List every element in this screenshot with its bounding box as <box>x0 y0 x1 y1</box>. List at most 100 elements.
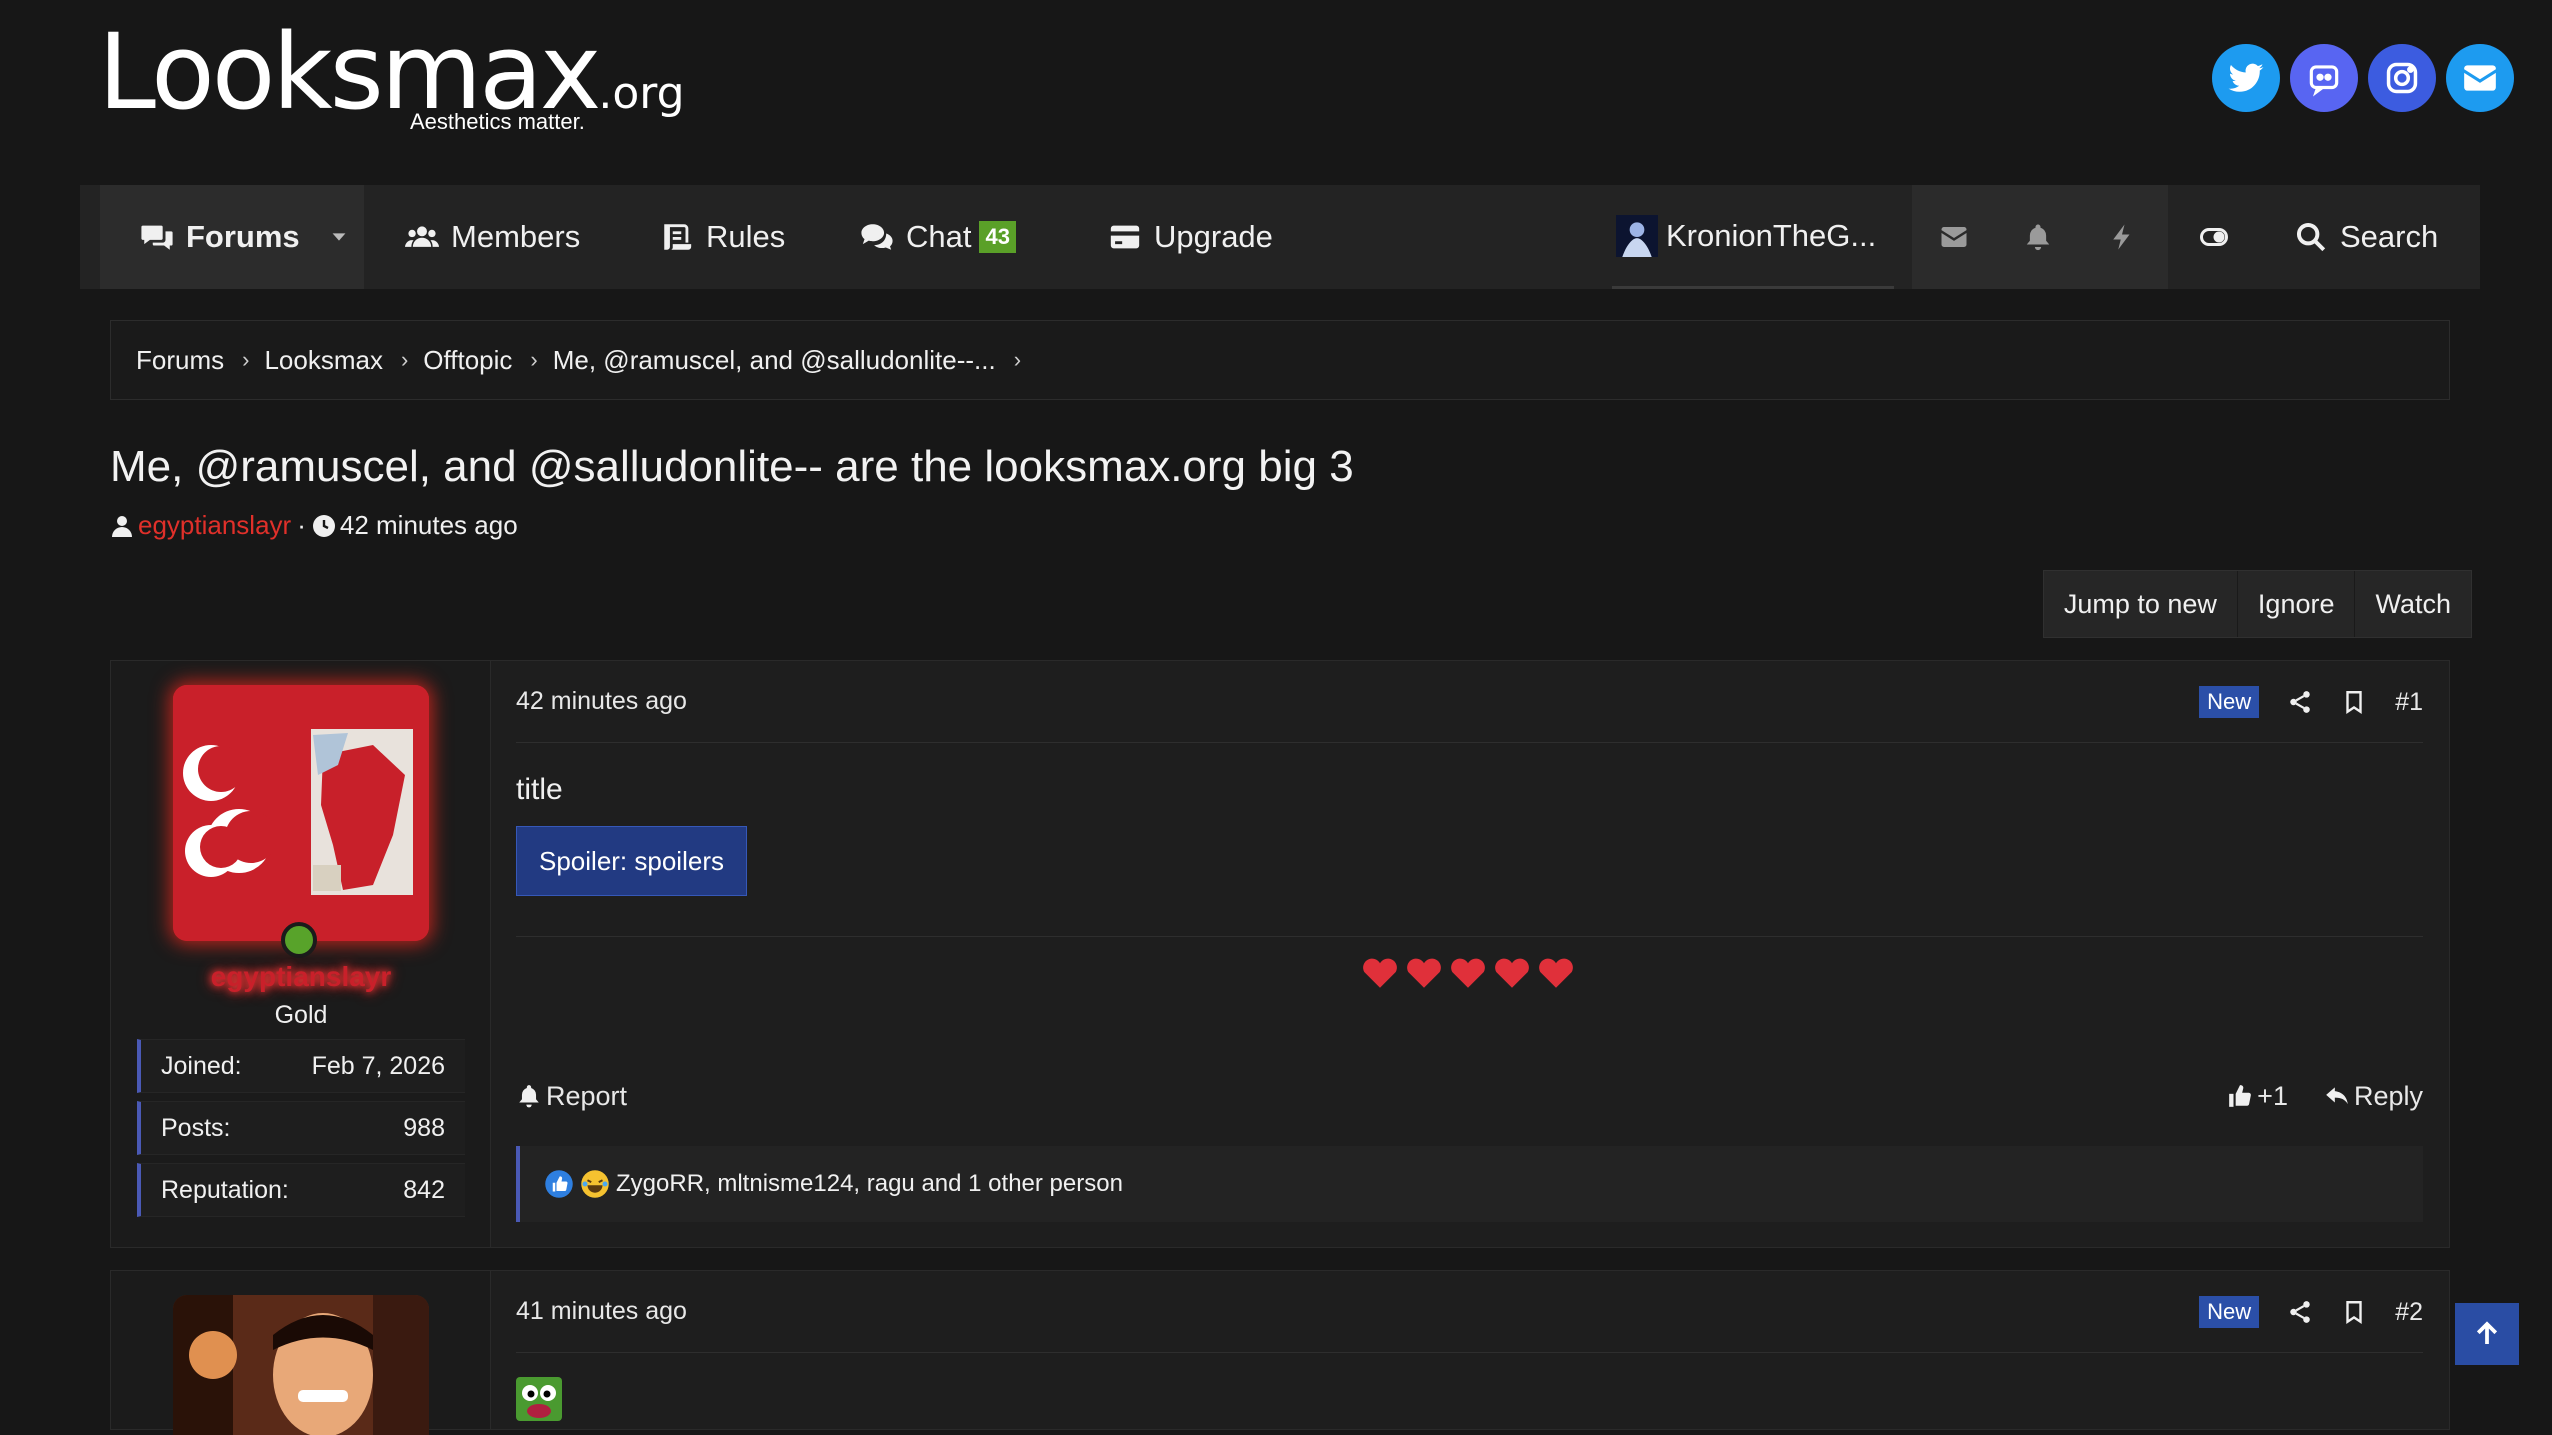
bolt-icon <box>2113 224 2130 250</box>
nav-search[interactable]: Search <box>2294 185 2438 289</box>
nav-chat-label: Chat <box>906 219 972 254</box>
discord-icon[interactable] <box>2290 44 2358 112</box>
spoiler-button[interactable]: Spoiler: spoilers <box>516 826 747 896</box>
pepe-emoji-icon <box>516 1377 562 1421</box>
post-content-text: title <box>516 773 563 806</box>
bookmark-icon[interactable] <box>2341 1299 2367 1325</box>
ignore-button[interactable]: Ignore <box>2236 571 2355 637</box>
heart-icon <box>1451 958 1485 988</box>
stat-reputation: Reputation: 842 <box>137 1163 465 1217</box>
thread-meta: egyptianslayr · 42 minutes ago <box>110 510 518 541</box>
post-body: 41 minutes ago New #2 <box>516 1271 2423 1429</box>
like-count: +1 <box>2257 1080 2288 1111</box>
breadcrumb-item-thread[interactable]: Me, @ramuscel, and @salludonlite--... <box>553 345 996 376</box>
breadcrumb-item-forums[interactable]: Forums <box>136 345 224 376</box>
instagram-icon[interactable] <box>2368 44 2436 112</box>
breadcrumb: Forums › Looksmax › Offtopic › Me, @ramu… <box>110 320 2450 400</box>
online-status-indicator <box>281 922 317 958</box>
post-number[interactable]: #1 <box>2395 688 2423 717</box>
search-icon <box>2296 222 2326 252</box>
avatar <box>1616 214 1658 257</box>
post-number[interactable]: #2 <box>2395 1298 2423 1327</box>
arrow-up-icon <box>2476 1321 2498 1344</box>
thread-actions: Jump to new Ignore Watch <box>2042 570 2472 638</box>
reply-button[interactable]: Reply <box>2324 1081 2423 1112</box>
post-time[interactable]: 41 minutes ago <box>516 1297 687 1326</box>
account-username: KronionTheG... <box>1666 217 1877 253</box>
chevron-right-icon: › <box>530 347 538 372</box>
chat-count-badge: 43 <box>979 221 1016 253</box>
avatar[interactable] <box>173 685 429 941</box>
scroll-to-top-button[interactable] <box>2455 1303 2519 1365</box>
chevron-down-icon[interactable] <box>328 226 350 248</box>
laugh-reaction-icon <box>581 1170 609 1198</box>
post-footer: Report +1 Reply <box>516 1071 2423 1121</box>
report-label: Report <box>546 1080 628 1111</box>
like-button[interactable]: +1 <box>2227 1081 2288 1112</box>
avatar-image <box>173 685 429 941</box>
like-reaction-icon <box>545 1170 573 1198</box>
chevron-right-icon: › <box>242 347 250 372</box>
post-body: 42 minutes ago New #1 title Spoiler: spo… <box>516 661 2423 1247</box>
reactions-bar[interactable]: ZygoRR, mltnisme124, ragu and 1 other pe… <box>516 1146 2423 1222</box>
main-navigation: Forums Members Rules Chat 43 Upgrade Kro… <box>80 185 2480 289</box>
stat-posts: Posts: 988 <box>137 1101 465 1155</box>
chat-icon <box>861 224 893 250</box>
post-user-panel <box>111 1271 491 1435</box>
chevron-right-icon[interactable]: › <box>1014 347 1021 373</box>
nav-chat[interactable]: Chat 43 <box>860 185 1016 289</box>
alerts-button[interactable] <box>1996 185 2080 289</box>
breadcrumb-item-looksmax[interactable]: Looksmax <box>264 345 383 376</box>
nav-members-label: Members <box>451 219 581 254</box>
chevron-right-icon: › <box>400 347 409 372</box>
report-button[interactable]: Report <box>516 1081 627 1112</box>
jump-to-new-button[interactable]: Jump to new <box>2044 571 2237 637</box>
site-logo[interactable]: Looksmax.org Aesthetics matter. <box>98 20 685 140</box>
social-links <box>2212 44 2514 112</box>
share-icon[interactable] <box>2287 689 2313 715</box>
reactions-users[interactable]: ZygoRR, mltnisme124, ragu and 1 other pe… <box>616 1170 1123 1198</box>
nav-forums-label: Forums <box>186 219 300 254</box>
logo-tld-text: .org <box>598 68 685 119</box>
watch-button[interactable]: Watch <box>2354 571 2471 637</box>
nav-account[interactable]: KronionTheG... <box>1612 185 1894 289</box>
theme-toggle[interactable] <box>2172 185 2256 289</box>
stat-label: Posts: <box>161 1113 231 1142</box>
nav-upgrade[interactable]: Upgrade <box>1108 185 1273 289</box>
new-badge: New <box>2199 686 2260 718</box>
post-time[interactable]: 42 minutes ago <box>516 687 687 716</box>
site-header: Looksmax.org Aesthetics matter. <box>0 0 2552 185</box>
user-icon <box>112 515 132 537</box>
post-header: 42 minutes ago New #1 <box>516 661 2423 743</box>
heart-icon <box>1539 958 1573 988</box>
email-icon[interactable] <box>2446 44 2514 112</box>
reply-label: Reply <box>2353 1080 2423 1111</box>
whats-new-button[interactable] <box>2080 185 2164 289</box>
post-user-panel: egyptianslayr Gold Joined: Feb 7, 2026 P… <box>111 661 491 1247</box>
meta-separator: · <box>297 510 306 540</box>
nav-rules[interactable]: Rules <box>660 185 785 289</box>
nav-members[interactable]: Members <box>405 185 580 289</box>
heart-emojis <box>1359 951 1577 993</box>
nav-upgrade-label: Upgrade <box>1154 219 1273 254</box>
share-icon[interactable] <box>2287 1299 2313 1325</box>
twitter-icon[interactable] <box>2212 44 2280 112</box>
thread-time[interactable]: 42 minutes ago <box>340 510 518 541</box>
avatar[interactable] <box>173 1295 429 1435</box>
nav-forums[interactable]: Forums <box>100 185 364 289</box>
bell-icon <box>2026 224 2050 251</box>
toggle-icon <box>2200 228 2228 246</box>
inbox-button[interactable] <box>1912 185 1996 289</box>
stat-label: Reputation: <box>161 1175 289 1204</box>
nav-rules-label: Rules <box>706 219 786 254</box>
post-username[interactable]: egyptianslayr <box>111 961 491 993</box>
heart-icon <box>1363 958 1397 988</box>
user-rank: Gold <box>274 1001 328 1029</box>
heart-icon <box>1495 958 1529 988</box>
thread-author[interactable]: egyptianslayr <box>138 510 291 541</box>
members-icon <box>405 226 439 247</box>
envelope-icon <box>1941 227 1967 247</box>
new-badge: New <box>2199 1296 2260 1328</box>
breadcrumb-item-offtopic[interactable]: Offtopic <box>423 345 512 376</box>
bookmark-icon[interactable] <box>2341 689 2367 715</box>
